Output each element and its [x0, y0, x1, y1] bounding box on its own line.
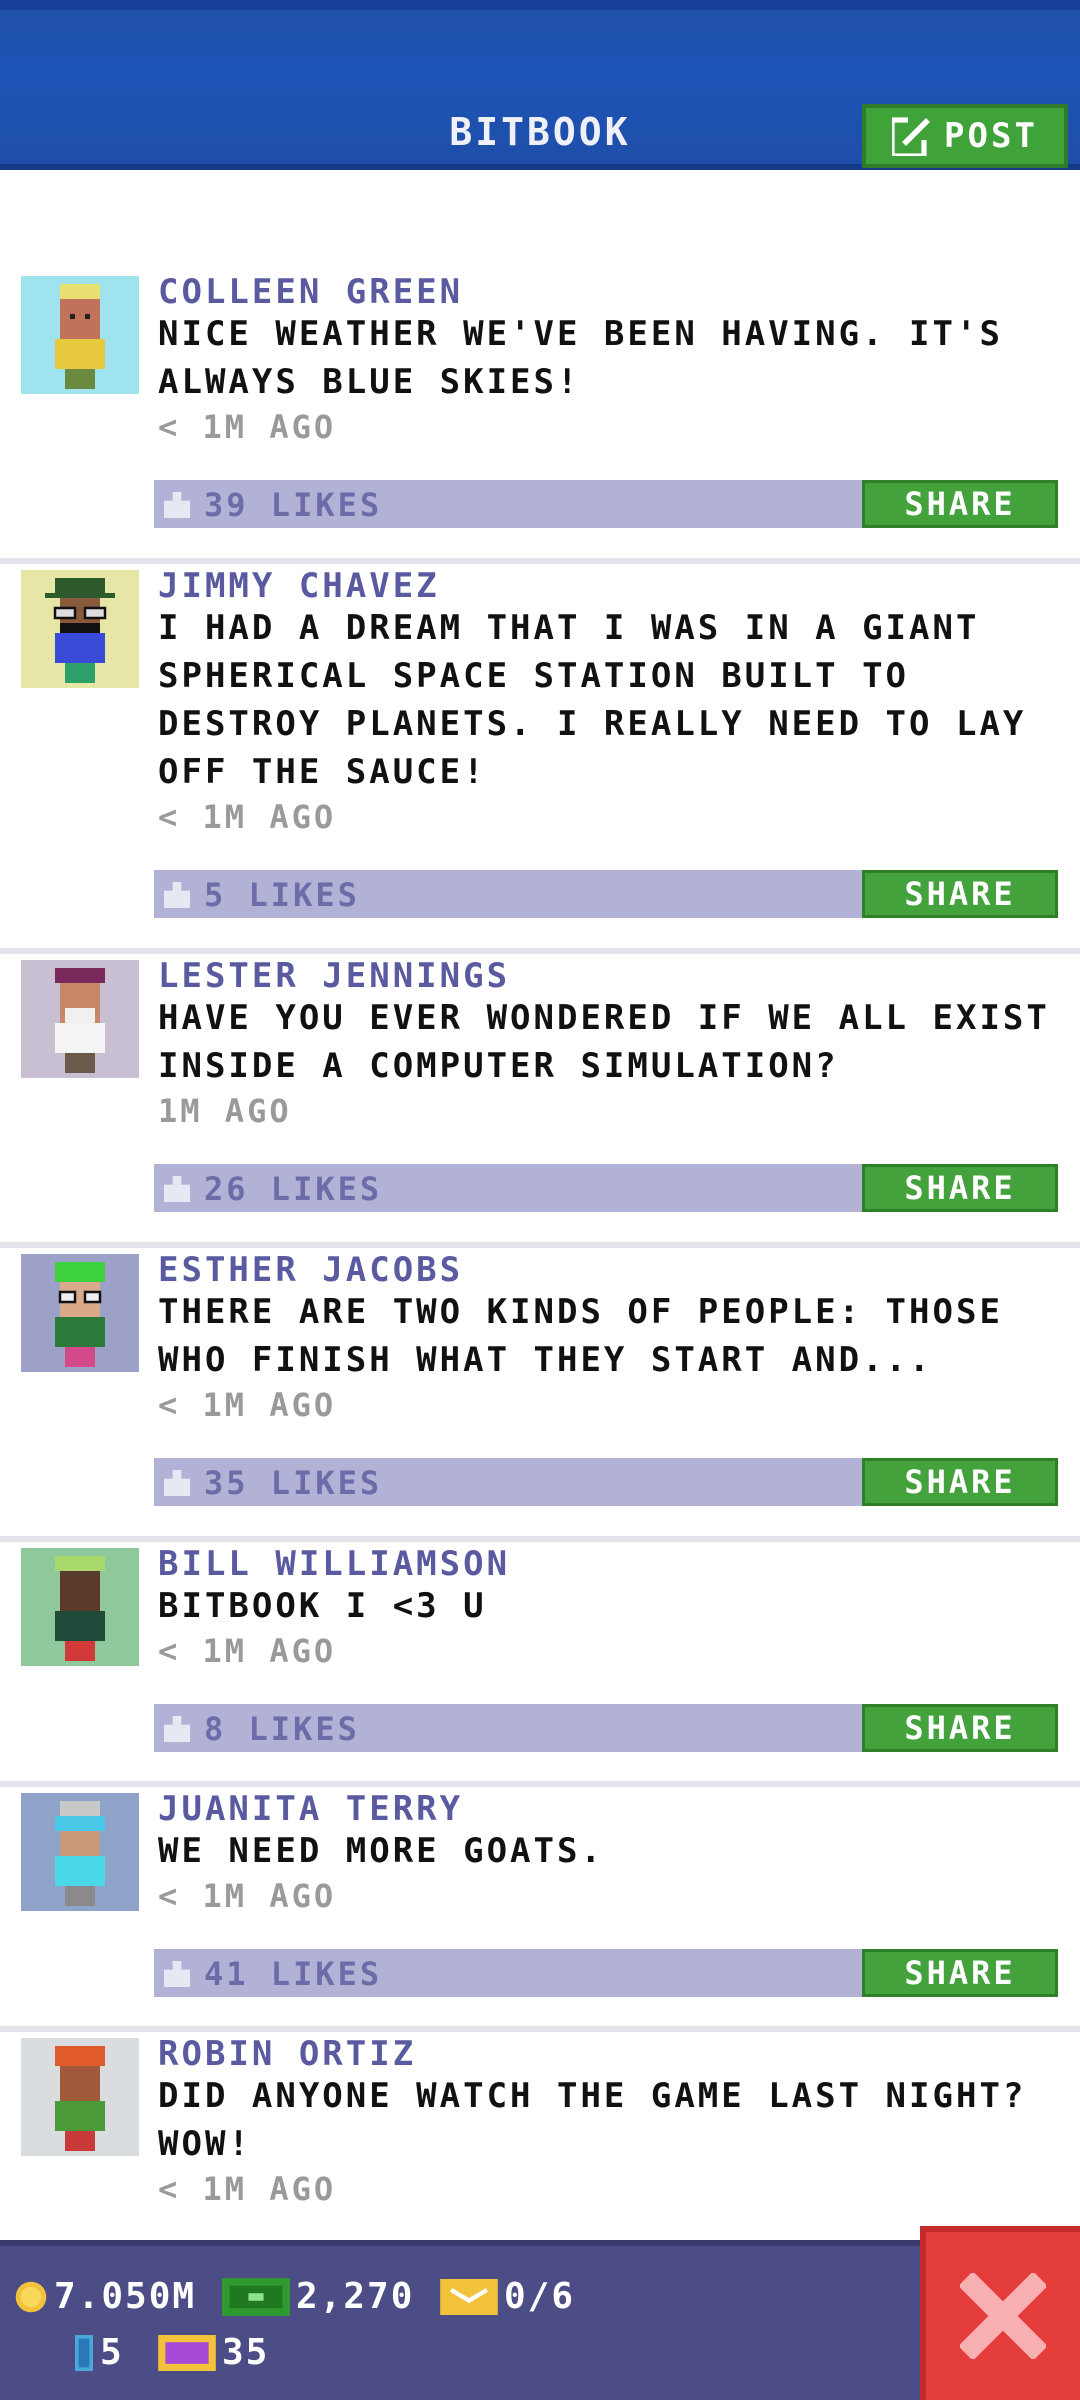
post-label: POST — [944, 116, 1038, 156]
coin-icon — [15, 2281, 47, 2312]
post-message: DID ANYONE WATCH THE GAME LAST NIGHT? WO… — [158, 2076, 1027, 2164]
edit-icon — [892, 116, 933, 156]
thumb-up-icon — [164, 1716, 190, 1742]
coins-stat: 7.050M — [14, 2276, 196, 2317]
like-count: 39 LIKES — [204, 486, 383, 524]
feed-post: LESTER JENNINGS HAVE YOU EVER WONDERED I… — [0, 954, 1080, 1248]
like-count: 8 LIKES — [204, 1710, 360, 1748]
post-time: < 1M AGO — [158, 1386, 337, 1424]
feed-post: JIMMY CHAVEZ I HAD A DREAM THAT I WAS IN… — [0, 564, 1080, 954]
share-button[interactable]: SHARE — [862, 480, 1058, 528]
tickets-value: 0/6 — [504, 2276, 576, 2317]
items-value: 5 — [100, 2332, 124, 2373]
post-time: < 1M AGO — [158, 1877, 337, 1915]
vip-icon — [158, 2334, 216, 2371]
post-time: 1M AGO — [158, 1092, 292, 1130]
post-time: < 1M AGO — [158, 798, 337, 836]
post-time: < 1M AGO — [158, 1632, 337, 1670]
character-sprite — [55, 1801, 105, 1906]
like-bar[interactable]: 8 LIKES SHARE — [154, 1704, 1058, 1752]
bux-stat: 2,270 — [222, 2276, 414, 2317]
post-time: < 1M AGO — [158, 2170, 337, 2208]
post-author[interactable]: JUANITA TERRY — [158, 1789, 463, 1829]
avatar[interactable] — [21, 2038, 139, 2156]
post-author[interactable]: JIMMY CHAVEZ — [158, 566, 440, 606]
share-button[interactable]: SHARE — [862, 1704, 1058, 1752]
character-sprite — [55, 284, 105, 389]
tickets-stat: 0/6 — [440, 2276, 575, 2317]
avatar[interactable] — [21, 960, 139, 1078]
post-message: NICE WEATHER WE'VE BEEN HAVING. IT'S ALW… — [158, 314, 1003, 402]
vip-stat: 35 — [158, 2332, 269, 2373]
share-button[interactable]: SHARE — [862, 870, 1058, 918]
post-message: WE NEED MORE GOATS. — [158, 1831, 604, 1871]
character-sprite — [55, 2046, 105, 2151]
header: BITBOOK POST — [0, 0, 1080, 170]
like-count: 35 LIKES — [204, 1464, 383, 1502]
post-message: HAVE YOU EVER WONDERED IF WE ALL EXIST I… — [158, 998, 1050, 1086]
ticket-icon — [440, 2278, 498, 2315]
like-count: 5 LIKES — [204, 876, 360, 914]
post-message: THERE ARE TWO KINDS OF PEOPLE: THOSE WHO… — [158, 1292, 1003, 1380]
share-button[interactable]: SHARE — [862, 1949, 1058, 1997]
thumb-up-icon — [164, 882, 190, 908]
feed[interactable]: COLLEEN GREEN NICE WEATHER WE'VE BEEN HA… — [0, 170, 1080, 2240]
post-message: BITBOOK I <3 U — [158, 1586, 487, 1626]
like-count: 41 LIKES — [204, 1955, 383, 1993]
thumb-up-icon — [164, 1961, 190, 1987]
like-bar[interactable]: 5 LIKES SHARE — [154, 870, 1058, 918]
like-bar[interactable]: 26 LIKES SHARE — [154, 1164, 1058, 1212]
thumb-up-icon — [164, 1470, 190, 1496]
elevator-icon — [75, 2334, 93, 2371]
avatar[interactable] — [21, 570, 139, 688]
share-button[interactable]: SHARE — [862, 1164, 1058, 1212]
feed-post: ROBIN ORTIZ DID ANYONE WATCH THE GAME LA… — [0, 2032, 1080, 2240]
avatar[interactable] — [21, 1254, 139, 1372]
bux-value: 2,270 — [296, 2276, 415, 2317]
share-button[interactable]: SHARE — [862, 1458, 1058, 1506]
post-author[interactable]: ESTHER JACOBS — [158, 1250, 463, 1290]
close-icon — [960, 2273, 1046, 2359]
post-message: I HAD A DREAM THAT I WAS IN A GIANT SPHE… — [158, 608, 1027, 792]
post-author[interactable]: BILL WILLIAMSON — [158, 1544, 510, 1584]
coins-value: 7.050M — [54, 2276, 197, 2317]
character-sprite — [55, 1556, 105, 1661]
post-time: < 1M AGO — [158, 408, 337, 446]
post-author[interactable]: LESTER JENNINGS — [158, 956, 510, 996]
avatar[interactable] — [21, 276, 139, 394]
feed-post: JUANITA TERRY WE NEED MORE GOATS. < 1M A… — [0, 1787, 1080, 2032]
character-sprite — [45, 578, 115, 683]
items-stat: 5 — [74, 2332, 124, 2373]
like-bar[interactable]: 39 LIKES SHARE — [154, 480, 1058, 528]
post-author[interactable]: COLLEEN GREEN — [158, 272, 463, 312]
thumb-up-icon — [164, 1176, 190, 1202]
feed-post: ESTHER JACOBS THERE ARE TWO KINDS OF PEO… — [0, 1248, 1080, 1542]
status-bar: 7.050M 2,270 0/6 5 35 — [0, 2240, 1080, 2400]
post-button[interactable]: POST — [862, 104, 1068, 168]
feed-post: COLLEEN GREEN NICE WEATHER WE'VE BEEN HA… — [0, 270, 1080, 564]
avatar[interactable] — [21, 1793, 139, 1911]
vip-value: 35 — [222, 2332, 270, 2373]
close-button[interactable] — [920, 2226, 1080, 2400]
like-bar[interactable]: 35 LIKES SHARE — [154, 1458, 1058, 1506]
character-sprite — [55, 1262, 105, 1367]
feed-post: BILL WILLIAMSON BITBOOK I <3 U < 1M AGO … — [0, 1542, 1080, 1787]
avatar[interactable] — [21, 1548, 139, 1666]
like-bar[interactable]: 41 LIKES SHARE — [154, 1949, 1058, 1997]
post-author[interactable]: ROBIN ORTIZ — [158, 2034, 416, 2074]
bux-icon — [222, 2277, 290, 2316]
thumb-up-icon — [164, 492, 190, 518]
like-count: 26 LIKES — [204, 1170, 383, 1208]
character-sprite — [55, 968, 105, 1073]
